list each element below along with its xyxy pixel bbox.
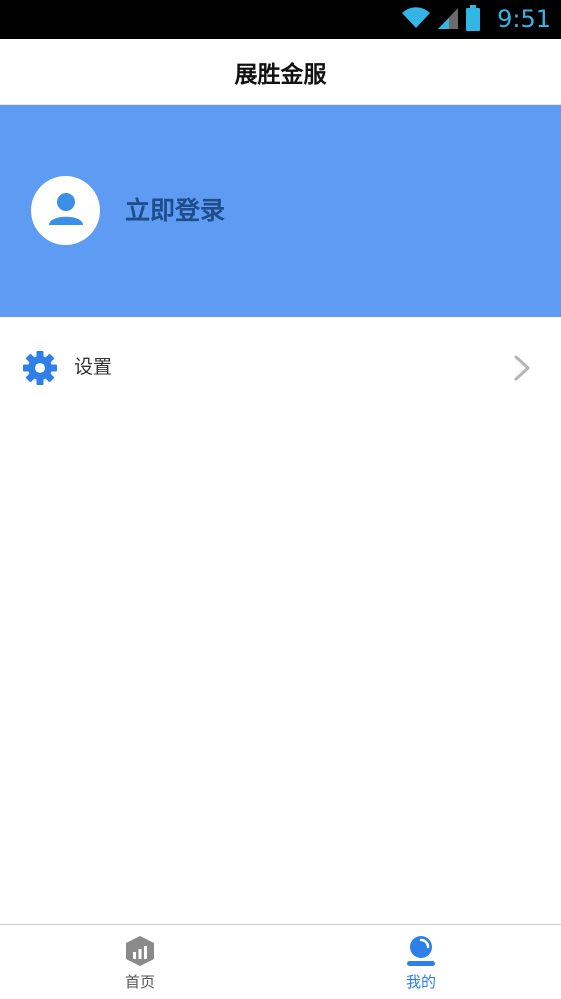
signal-icon	[437, 6, 459, 34]
settings-label: 设置	[74, 356, 113, 378]
settings-menu-item[interactable]: 设置	[0, 317, 561, 417]
login-header[interactable]: 立即登录	[0, 105, 561, 317]
user-avatar-icon	[46, 189, 86, 233]
status-time: 9:51	[497, 5, 551, 33]
gear-icon	[22, 350, 58, 386]
nav-label-mine: 我的	[405, 973, 436, 991]
title-bar: 展胜金服	[0, 39, 561, 105]
profile-icon	[404, 934, 438, 968]
status-icons: 9:51	[401, 0, 551, 39]
bottom-nav: 首页 我的	[0, 924, 561, 999]
avatar[interactable]	[31, 176, 100, 245]
app-screen: 9:51 展胜金服 立即登录 设置 首页 我的	[0, 0, 561, 999]
login-button[interactable]: 立即登录	[125, 193, 225, 229]
battery-icon	[465, 4, 481, 35]
nav-tab-mine[interactable]: 我的	[361, 925, 481, 999]
nav-label-home: 首页	[124, 973, 155, 991]
nav-tab-home[interactable]: 首页	[80, 925, 200, 999]
page-title: 展胜金服	[234, 61, 327, 88]
status-bar: 9:51	[0, 0, 561, 39]
home-chart-icon	[123, 934, 157, 968]
chevron-right-icon	[513, 355, 531, 381]
wifi-icon	[401, 6, 431, 34]
